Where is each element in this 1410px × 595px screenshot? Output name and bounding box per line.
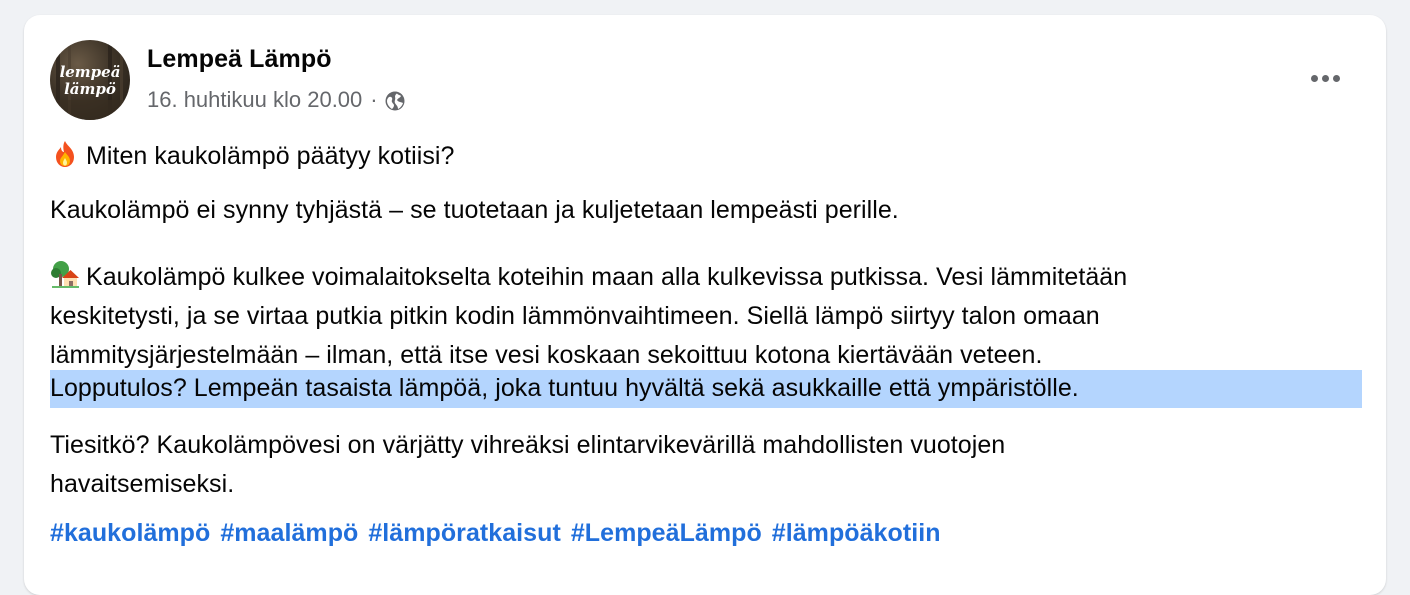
more-options-dot bbox=[1321, 74, 1329, 82]
timestamp[interactable]: 16. huhtikuu klo 20.00 bbox=[147, 87, 362, 113]
hashtag-link[interactable]: #lämpöäkotiin bbox=[772, 519, 941, 547]
post-paragraph-5-line: Tiesitkö? Kaukolämpövesi on värjätty vih… bbox=[50, 431, 1006, 459]
post-paragraph-3-line: Kaukolämpö kulkee voimalaitokselta kotei… bbox=[50, 258, 1370, 297]
avatar-logo-line2: lämpö bbox=[64, 80, 116, 98]
author-name[interactable]: Lempeä Lämpö bbox=[147, 45, 332, 74]
post-paragraph-1: Miten kaukolämpö päätyy kotiisi? bbox=[50, 137, 1370, 176]
post-card: lempeä lämpö Lempeä Lämpö 16. huhtikuu k… bbox=[24, 15, 1386, 595]
hashtag-link[interactable]: #LempeäLämpö bbox=[571, 519, 762, 547]
post-paragraph-3: Kaukolämpö kulkee voimalaitokselta kotei… bbox=[50, 258, 1370, 375]
meta-separator: · bbox=[370, 87, 378, 112]
more-options-dot bbox=[1310, 74, 1318, 82]
post-paragraph-5-line: havaitsemiseksi. bbox=[50, 470, 235, 498]
post-paragraph-2: Kaukolämpö ei synny tyhjästä – se tuotet… bbox=[50, 196, 899, 224]
fire-icon bbox=[56, 141, 74, 167]
house-with-garden-icon bbox=[51, 261, 79, 288]
post-meta: 16. huhtikuu klo 20.00 · bbox=[147, 85, 406, 115]
hashtag-list: #kaukolämpö #maalämpö #lämpöratkaisut #Lemp… bbox=[50, 514, 1370, 553]
more-options-button[interactable] bbox=[1305, 63, 1345, 93]
avatar[interactable]: lempeä lämpö bbox=[50, 40, 130, 120]
hashtag-link[interactable]: #kaukolämpö bbox=[50, 519, 210, 547]
globe-icon[interactable] bbox=[384, 90, 406, 112]
hashtag-link[interactable]: #lämpöratkaisut bbox=[368, 519, 561, 547]
more-options-dot bbox=[1332, 74, 1340, 82]
post-paragraph-3-line: keskitetysti, ja se virtaa putkia pitkin… bbox=[50, 302, 1100, 330]
avatar-logo-line1: lempeä bbox=[59, 63, 121, 81]
post-paragraph-5: Tiesitkö? Kaukolämpövesi on värjätty vih… bbox=[50, 426, 1370, 504]
hashtag-link[interactable]: #maalämpö bbox=[220, 519, 358, 547]
post-paragraph-3-line1-text: Kaukolämpö kulkee voimalaitokselta kotei… bbox=[86, 263, 1128, 291]
post-paragraph-4-selected[interactable]: Lopputulos? Lempeän tasaista lämpöä, jok… bbox=[50, 369, 1370, 408]
post-paragraph-1-text: Miten kaukolämpö päätyy kotiisi? bbox=[86, 142, 455, 170]
